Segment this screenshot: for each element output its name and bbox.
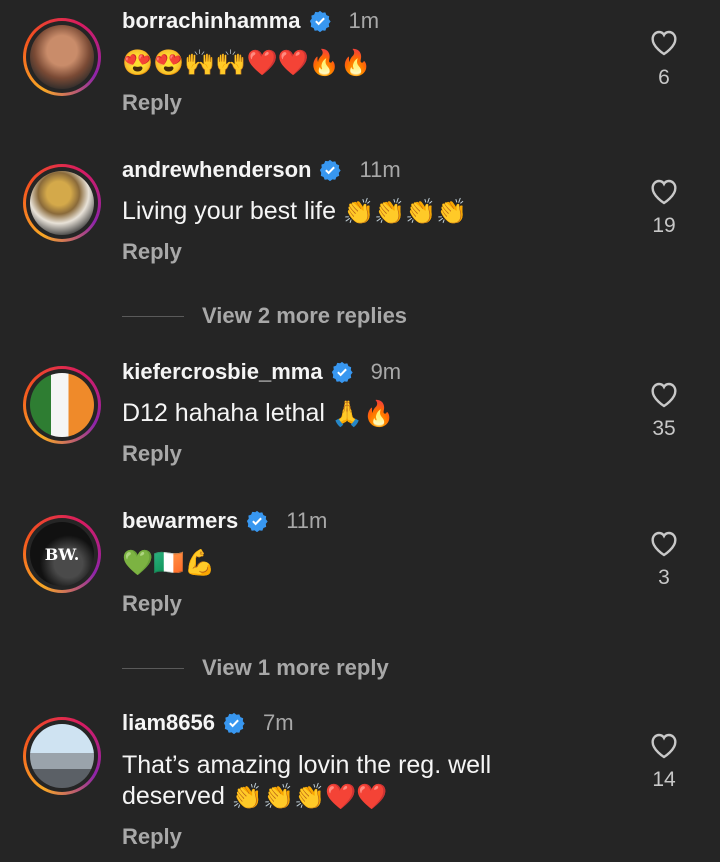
- comment-text: D12 hahaha lethal 🙏🔥: [122, 399, 395, 428]
- emoji-group: 👏👏👏👏: [342, 197, 468, 226]
- view-more-replies[interactable]: View 1 more reply: [122, 655, 389, 681]
- reply-button[interactable]: Reply: [122, 591, 182, 617]
- reply-button[interactable]: Reply: [122, 824, 182, 850]
- view-more-replies[interactable]: View 2 more replies: [122, 303, 407, 329]
- comment-text: 💚🇮🇪💪: [122, 547, 215, 579]
- like-count: 35: [652, 417, 676, 440]
- like-count: 19: [652, 214, 676, 237]
- divider: [122, 315, 184, 317]
- emoji-group: 💚🇮🇪💪: [122, 548, 216, 577]
- timestamp: 11m: [359, 157, 401, 182]
- comment-text: 😍😍🙌🙌❤️❤️🔥🔥: [122, 47, 371, 79]
- username[interactable]: liam8656: [122, 710, 215, 736]
- avatar[interactable]: [23, 366, 101, 444]
- username[interactable]: andrewhenderson: [122, 157, 311, 183]
- divider: [122, 667, 184, 669]
- heart-icon[interactable]: [648, 528, 680, 558]
- timestamp: 7m: [262, 710, 294, 735]
- comment-text: Living your best life 👏👏👏👏: [122, 197, 468, 226]
- like-count: 3: [658, 566, 670, 589]
- emoji-group: 😍😍🙌🙌❤️❤️🔥🔥: [122, 48, 372, 77]
- verified-badge-icon: [247, 510, 268, 532]
- verified-badge-icon: [309, 10, 331, 32]
- reply-button[interactable]: Reply: [122, 239, 182, 265]
- emoji-group: 👏👏👏❤️❤️: [231, 782, 388, 811]
- timestamp: 9m: [370, 359, 402, 384]
- username[interactable]: borrachinhamma: [122, 8, 301, 34]
- like-count: 6: [658, 66, 670, 89]
- avatar[interactable]: [23, 164, 101, 242]
- verified-badge-icon: [331, 361, 353, 383]
- avatar[interactable]: [23, 18, 101, 96]
- heart-icon[interactable]: [648, 379, 680, 409]
- timestamp: 11m: [286, 508, 328, 533]
- heart-icon[interactable]: [648, 176, 680, 206]
- username[interactable]: kiefercrosbie_mma: [122, 359, 323, 385]
- avatar[interactable]: [23, 717, 101, 795]
- verified-badge-icon: [223, 712, 245, 734]
- reply-button[interactable]: Reply: [122, 90, 182, 116]
- heart-icon[interactable]: [648, 27, 680, 57]
- timestamp: 1m: [348, 8, 380, 33]
- avatar[interactable]: BW.: [23, 515, 101, 593]
- username[interactable]: bewarmers: [122, 508, 238, 534]
- like-count: 14: [652, 768, 676, 791]
- heart-icon[interactable]: [648, 730, 680, 760]
- verified-badge-icon: [320, 159, 342, 181]
- comment-text: That’s amazing lovin the reg. well deser…: [122, 751, 492, 811]
- reply-button[interactable]: Reply: [122, 441, 182, 467]
- emoji-group: 🙏🔥: [331, 399, 395, 428]
- avatar-logo-text: BW.: [44, 544, 80, 564]
